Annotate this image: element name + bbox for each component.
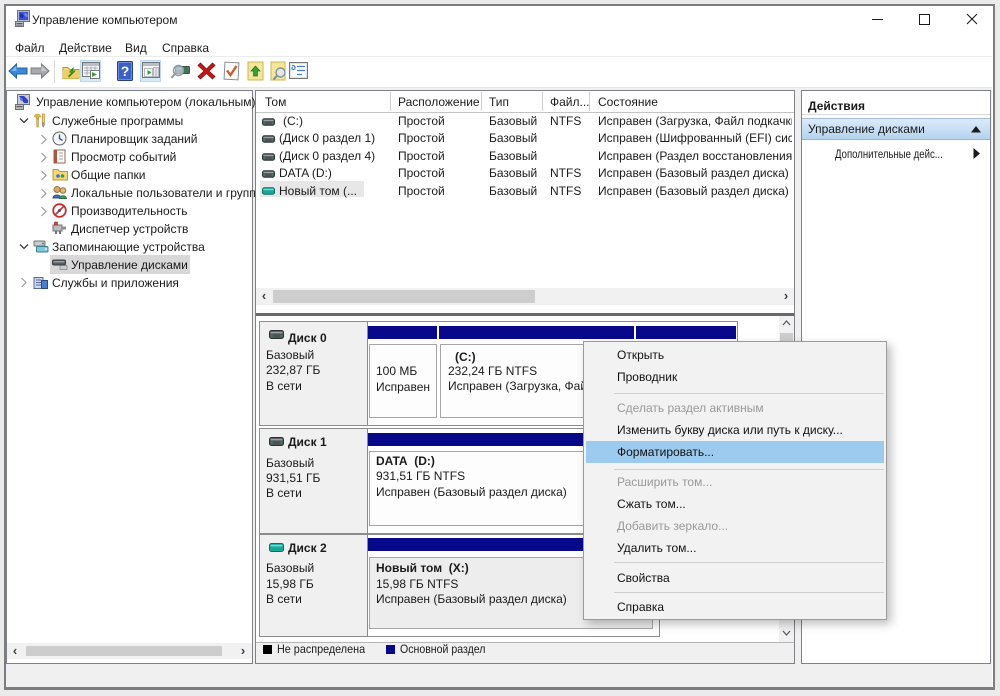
svg-text:?: ? [121, 63, 130, 79]
